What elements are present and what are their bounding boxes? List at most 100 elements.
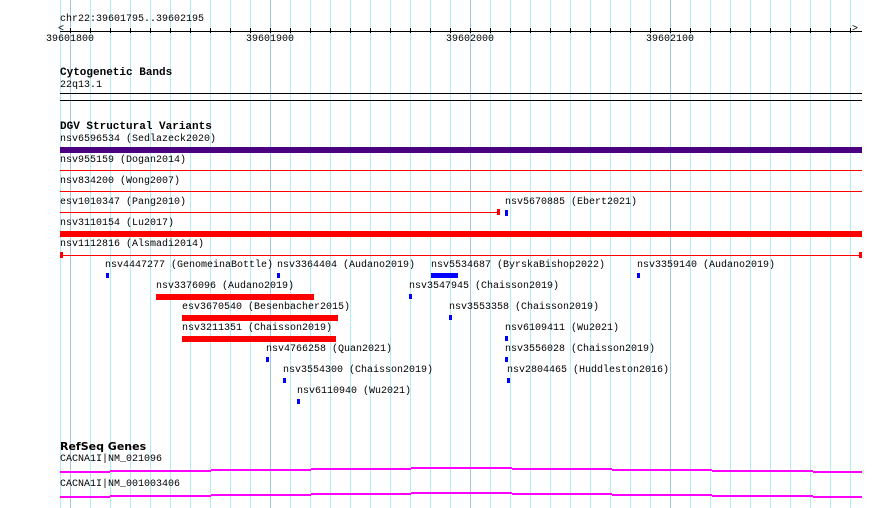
grid-line (450, 0, 451, 508)
sv-label[interactable]: nsv2804465 (Huddleston2016) (507, 365, 669, 377)
ruler-tick (150, 28, 151, 33)
sv-line[interactable] (60, 170, 862, 171)
ruler-tick (710, 28, 711, 33)
sv-label[interactable]: nsv3553358 (Chaisson2019) (449, 302, 599, 314)
gene-intron-line[interactable] (211, 494, 311, 496)
sv-feature[interactable] (266, 357, 269, 362)
sv-end-marker[interactable] (60, 252, 63, 258)
sv-label[interactable]: esv1010347 (Pang2010) (60, 197, 186, 209)
refseq-track-title[interactable]: RefSeq Genes (60, 441, 146, 453)
gene-label[interactable]: CACNA1I|NM_001003406 (60, 479, 180, 491)
sv-end-marker[interactable] (497, 209, 500, 215)
sv-feature[interactable] (277, 273, 280, 278)
sv-label[interactable]: nsv1112816 (Alsmadi2014) (60, 239, 204, 251)
gene-intron-line[interactable] (110, 495, 211, 497)
sv-label[interactable]: nsv4447277 (GenomeinaBottle) (105, 260, 273, 272)
gene-label[interactable]: CACNA1I|NM_021096 (60, 454, 162, 466)
ruler-tick (130, 28, 131, 33)
grid-line (270, 0, 271, 508)
sv-label[interactable]: nsv3110154 (Lu2017) (60, 218, 174, 230)
ruler-tick (70, 28, 71, 33)
dgv-track-title[interactable]: DGV Structural Variants (60, 121, 212, 133)
sv-bar[interactable] (60, 231, 862, 237)
gene-intron-line[interactable] (60, 496, 110, 498)
ruler-label: 39601900 (246, 34, 295, 45)
sv-feature[interactable] (505, 357, 508, 362)
grid-line (210, 0, 211, 508)
grid-line (370, 0, 371, 508)
sv-feature[interactable] (505, 336, 508, 341)
ruler-tick (390, 28, 391, 33)
ruler-tick (170, 28, 171, 33)
gene-intron-line[interactable] (512, 468, 612, 470)
gene-intron-line[interactable] (712, 470, 813, 472)
sv-feature[interactable] (156, 294, 314, 300)
grid-line (630, 0, 631, 508)
sv-feature[interactable] (431, 273, 458, 278)
gene-intron-line[interactable] (411, 492, 512, 494)
sv-label[interactable]: nsv955159 (Dogan2014) (60, 155, 186, 167)
grid-line (290, 0, 291, 508)
sv-label[interactable]: nsv3554300 (Chaisson2019) (283, 365, 433, 377)
sv-line[interactable] (60, 212, 498, 213)
gene-intron-line[interactable] (813, 496, 862, 498)
gene-intron-line[interactable] (211, 469, 311, 471)
sv-label[interactable]: nsv3556028 (Chaisson2019) (505, 344, 655, 356)
sv-feature[interactable] (409, 294, 412, 299)
cytoband-track-title[interactable]: Cytogenetic Bands (60, 67, 172, 79)
ruler-axis[interactable] (60, 31, 862, 32)
gene-intron-line[interactable] (712, 495, 813, 497)
sv-label[interactable]: nsv3359140 (Audano2019) (637, 260, 775, 272)
grid-line (490, 0, 491, 508)
sv-feature[interactable] (106, 273, 109, 278)
sv-label[interactable]: nsv3376096 (Audano2019) (156, 281, 294, 293)
ruler-tick (670, 28, 671, 33)
gene-intron-line[interactable] (813, 471, 862, 473)
sv-feature[interactable] (182, 336, 336, 342)
sv-label[interactable]: nsv4766258 (Quan2021) (266, 344, 392, 356)
sv-label[interactable]: nsv834200 (Wong2007) (60, 176, 180, 188)
sv-feature[interactable] (507, 378, 510, 383)
ruler-tick (830, 28, 831, 33)
ruler-tick (230, 28, 231, 33)
gene-intron-line[interactable] (512, 493, 612, 495)
gene-intron-line[interactable] (60, 471, 110, 473)
sv-label[interactable]: esv3670540 (Besenbacher2015) (182, 302, 350, 314)
sv-label[interactable]: nsv3211351 (Chaisson2019) (182, 323, 332, 335)
sv-label[interactable]: nsv5534687 (ByrskaBishop2022) (431, 260, 605, 272)
ruler-tick (730, 28, 731, 33)
gene-intron-line[interactable] (110, 470, 211, 472)
sv-bar[interactable] (60, 147, 862, 153)
grid-line (530, 0, 531, 508)
sv-label[interactable]: nsv3547945 (Chaisson2019) (409, 281, 559, 293)
sv-line[interactable] (60, 191, 862, 192)
ruler-tick (610, 28, 611, 33)
sv-feature[interactable] (283, 378, 286, 383)
sv-feature[interactable] (297, 399, 300, 404)
sv-line[interactable] (60, 255, 862, 256)
sv-feature[interactable] (449, 315, 452, 320)
ruler-tick (90, 28, 91, 33)
ruler-tick (790, 28, 791, 33)
gene-intron-line[interactable] (311, 493, 411, 495)
sv-label[interactable]: nsv3364404 (Audano2019) (277, 260, 415, 272)
ruler-tick (850, 28, 851, 33)
sv-feature[interactable] (182, 315, 338, 321)
ruler-label: 39601800 (46, 34, 95, 45)
gene-intron-line[interactable] (311, 468, 411, 470)
sv-label[interactable]: nsv6110940 (Wu2021) (297, 386, 411, 398)
sv-label[interactable]: nsv5670885 (Ebert2021) (505, 197, 637, 209)
grid-line (190, 0, 191, 508)
ruler-tick (270, 28, 271, 33)
cytoband-bottom-border[interactable] (60, 100, 862, 101)
sv-feature[interactable] (637, 273, 640, 278)
sv-label[interactable]: nsv6109411 (Wu2021) (505, 323, 619, 335)
sv-label[interactable]: nsv6596534 (Sedlazeck2020) (60, 134, 216, 146)
genome-browser-view: chr22:39601795..39602195 < > 39601800 39… (0, 0, 890, 508)
gene-intron-line[interactable] (612, 469, 712, 471)
sv-feature[interactable] (505, 210, 508, 216)
gene-intron-line[interactable] (612, 494, 712, 496)
sv-end-marker[interactable] (859, 252, 862, 258)
gene-intron-line[interactable] (411, 467, 512, 469)
scroll-right-icon[interactable]: > (852, 24, 858, 36)
